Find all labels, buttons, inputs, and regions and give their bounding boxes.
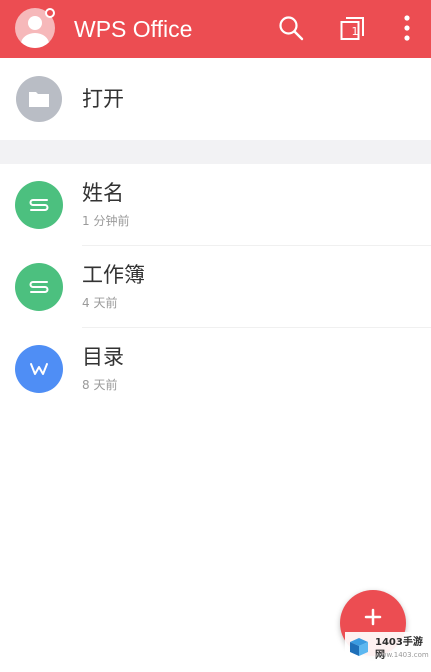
avatar-body	[21, 33, 49, 48]
search-icon[interactable]	[276, 13, 306, 43]
recent-document-item[interactable]: 姓名 1 分钟前	[0, 164, 431, 246]
more-vertical-icon[interactable]	[392, 13, 422, 43]
document-name: 工作簿	[82, 263, 145, 287]
folder-icon	[16, 76, 62, 122]
watermark: 1403手游网 www.1403.com	[345, 632, 429, 668]
recent-document-item[interactable]: 目录 8 天前	[0, 328, 431, 410]
recent-document-item[interactable]: 工作簿 4 天前	[0, 246, 431, 328]
document-time: 1 分钟前	[82, 214, 130, 228]
spreadsheet-icon	[15, 263, 63, 311]
plus-icon	[364, 608, 382, 626]
spreadsheet-icon	[15, 181, 63, 229]
section-divider	[0, 140, 431, 164]
document-time: 8 天前	[82, 378, 118, 392]
document-name: 姓名	[82, 181, 124, 205]
open-file-row[interactable]: 打开	[0, 58, 431, 140]
notification-dot	[45, 8, 55, 18]
app-bar: WPS Office 1	[0, 0, 431, 58]
document-name: 目录	[82, 345, 124, 369]
app-title: WPS Office	[74, 16, 193, 42]
open-label: 打开	[82, 87, 124, 111]
writer-document-icon	[15, 345, 63, 393]
watermark-logo-icon	[350, 638, 368, 656]
avatar-head	[28, 16, 42, 30]
watermark-subtext: www.1403.com	[375, 651, 429, 659]
document-time: 4 天前	[82, 296, 118, 310]
windows-count: 1	[351, 25, 359, 38]
